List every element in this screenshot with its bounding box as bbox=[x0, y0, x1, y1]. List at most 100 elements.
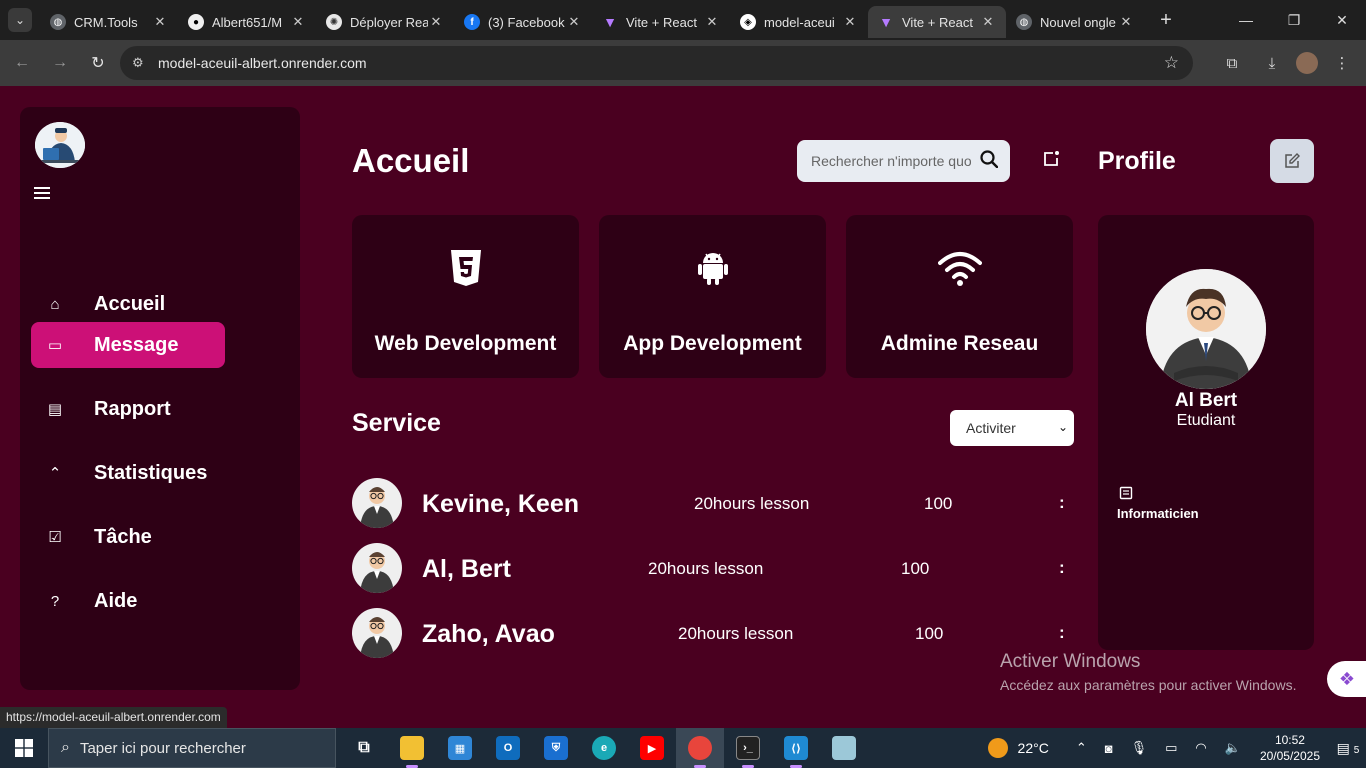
search-input[interactable] bbox=[811, 153, 971, 169]
chevron-up-icon[interactable]: ⌃ bbox=[1076, 740, 1087, 756]
browser-tab[interactable]: ▼ Vite + React ✕ bbox=[592, 6, 730, 38]
profile-occupation: Informaticien bbox=[1117, 506, 1199, 521]
menu-kebab-icon[interactable]: ⋮ bbox=[1326, 47, 1358, 79]
download-icon[interactable]: ⤓ bbox=[1256, 47, 1288, 79]
vscode-icon[interactable]: ⟨⟩ bbox=[772, 728, 820, 768]
close-icon[interactable]: ✕ bbox=[290, 14, 306, 30]
trend-icon: ⌃ bbox=[48, 465, 62, 482]
app-icon[interactable] bbox=[820, 728, 868, 768]
count-value: 100 bbox=[901, 559, 930, 578]
sidebar-item-rapport[interactable]: ▤ Rapport bbox=[31, 386, 225, 432]
site-settings-icon[interactable]: ⚙ bbox=[132, 55, 150, 71]
brain-extension-icon[interactable]: ❖ bbox=[1327, 661, 1366, 697]
list-item[interactable]: Zaho, Avao 20hours lesson 100 : bbox=[352, 608, 1082, 658]
youtube-icon[interactable]: ▶ bbox=[628, 728, 676, 768]
camera-icon[interactable]: ◙ bbox=[1105, 741, 1113, 756]
minimize-icon[interactable]: — bbox=[1222, 0, 1270, 40]
browser-tab[interactable]: ◍ CRM.Tools ✕ bbox=[40, 6, 178, 38]
service-card-web[interactable]: Web Development bbox=[352, 215, 579, 378]
microsoft-store-icon[interactable]: ▦ bbox=[436, 728, 484, 768]
reload-icon[interactable]: ↻ bbox=[82, 47, 114, 79]
url-text: model-aceuil-albert.onrender.com bbox=[158, 55, 367, 71]
close-icon[interactable]: ✕ bbox=[428, 14, 444, 30]
edit-profile-button[interactable] bbox=[1270, 139, 1314, 183]
microphone-icon[interactable]: 🎙 bbox=[1131, 740, 1148, 756]
profile-title: Profile bbox=[1098, 147, 1176, 175]
address-bar[interactable]: ⚙ model-aceuil-albert.onrender.com ☆ bbox=[120, 46, 1193, 80]
battery-icon[interactable]: ▭ bbox=[1165, 740, 1177, 756]
tab-label: Nouvel ongle bbox=[1040, 14, 1116, 30]
profile-avatar[interactable] bbox=[1296, 52, 1318, 74]
sidebar-item-statistiques[interactable]: ⌃ Statistiques bbox=[31, 450, 225, 496]
tab-label: Déployer Rea bbox=[350, 14, 428, 30]
status-bar-url: https://model-aceuil-albert.onrender.com bbox=[0, 707, 227, 728]
edit-icon bbox=[1285, 153, 1300, 168]
sidebar-item-aide[interactable]: ? Aide bbox=[31, 578, 225, 624]
close-icon[interactable]: ✕ bbox=[152, 14, 168, 30]
search-box[interactable] bbox=[797, 140, 1010, 182]
bookmark-star-icon[interactable]: ☆ bbox=[1164, 53, 1179, 73]
clock[interactable]: 10:52 20/05/2025 bbox=[1260, 732, 1320, 764]
terminal-icon[interactable]: ›_ bbox=[724, 728, 772, 768]
service-card-app[interactable]: App Development bbox=[599, 215, 826, 378]
sidebar-item-tache[interactable]: ☑ Tâche bbox=[31, 514, 225, 560]
chrome-icon[interactable] bbox=[676, 728, 724, 768]
close-icon[interactable]: ✕ bbox=[704, 14, 720, 30]
task-view-icon[interactable]: ⧉ bbox=[340, 728, 388, 768]
sidebar-item-label: Tâche bbox=[94, 525, 152, 548]
back-arrow-icon[interactable]: ← bbox=[6, 47, 38, 79]
card-label: Web Development bbox=[374, 332, 557, 355]
windows-start-button[interactable] bbox=[0, 728, 48, 768]
browser-tab[interactable]: ◈ model-aceui ✕ bbox=[730, 6, 868, 38]
activity-select[interactable]: Activiter ⌄ bbox=[950, 410, 1074, 446]
system-tray: 22°C ⌃ ◙ 🎙 ▭ ◠ 🔈 10:52 20/05/2025 ▤ 5 bbox=[987, 728, 1366, 768]
defender-icon[interactable]: ⛨ bbox=[532, 728, 580, 768]
person-name: Al, Bert bbox=[422, 555, 511, 583]
service-card-reseau[interactable]: Admine Reseau bbox=[846, 215, 1073, 378]
close-window-icon[interactable]: ✕ bbox=[1318, 0, 1366, 40]
forward-arrow-icon[interactable]: → bbox=[44, 47, 76, 79]
vite-icon: ▼ bbox=[603, 14, 617, 30]
new-tab-button[interactable]: + bbox=[1154, 9, 1178, 32]
restore-icon[interactable]: ❐ bbox=[1270, 0, 1318, 40]
taskbar-search[interactable]: ⌕ Taper ici pour rechercher bbox=[48, 728, 336, 768]
windows-logo-icon bbox=[15, 739, 33, 757]
notification-count: 5 bbox=[1353, 744, 1360, 756]
list-item[interactable]: Kevine, Keen 20hours lesson 100 : bbox=[352, 478, 1082, 528]
volume-icon[interactable]: 🔈 bbox=[1225, 740, 1241, 756]
weather-widget[interactable]: 22°C bbox=[987, 738, 1049, 758]
browser-tab[interactable]: f (3) Facebook ✕ bbox=[454, 6, 592, 38]
card-label: App Development bbox=[623, 332, 802, 355]
windows-activation-watermark: Activer Windows Accédez aux paramètres p… bbox=[1000, 651, 1296, 693]
tab-search-button[interactable]: ⌄ bbox=[8, 8, 32, 32]
extensions-icon[interactable]: ⧉ bbox=[1216, 47, 1248, 79]
close-icon[interactable]: ✕ bbox=[1118, 14, 1134, 30]
temperature: 22°C bbox=[1017, 740, 1049, 756]
help-icon: ? bbox=[50, 592, 60, 610]
browser-tab[interactable]: ◍ Nouvel ongle ✕ bbox=[1006, 6, 1144, 38]
sidebar-item-accueil[interactable]: ⌂ Accueil bbox=[31, 281, 225, 327]
list-item[interactable]: Al, Bert 20hours lesson 100 : bbox=[352, 543, 1082, 593]
browser-tab-active[interactable]: ▼ Vite + React ✕ bbox=[868, 6, 1006, 38]
network-icon[interactable]: ◠ bbox=[1195, 740, 1206, 756]
browser-tab[interactable]: ✺ Déployer Rea ✕ bbox=[316, 6, 454, 38]
more-options-icon[interactable]: : bbox=[1059, 558, 1065, 578]
browser-tab[interactable]: ● Albert651/M ✕ bbox=[178, 6, 316, 38]
search-icon[interactable] bbox=[980, 150, 998, 168]
hamburger-menu-icon[interactable] bbox=[34, 187, 50, 199]
more-options-icon[interactable]: : bbox=[1059, 493, 1065, 513]
close-icon[interactable]: ✕ bbox=[980, 14, 996, 30]
edge-icon[interactable]: e bbox=[580, 728, 628, 768]
close-icon[interactable]: ✕ bbox=[566, 14, 582, 30]
sidebar-item-message[interactable]: ▭ Message bbox=[31, 322, 225, 368]
notifications-button[interactable]: ▤ 5 bbox=[1330, 740, 1366, 757]
more-options-icon[interactable]: : bbox=[1059, 623, 1065, 643]
close-icon[interactable]: ✕ bbox=[842, 14, 858, 30]
share-external-icon[interactable] bbox=[1042, 150, 1060, 168]
file-explorer-icon[interactable] bbox=[388, 728, 436, 768]
person-name: Zaho, Avao bbox=[422, 620, 555, 648]
home-icon: ⌂ bbox=[50, 295, 60, 313]
outlook-icon[interactable]: O bbox=[484, 728, 532, 768]
sidebar-item-label: Statistiques bbox=[94, 461, 208, 484]
wifi-icon bbox=[937, 252, 982, 286]
